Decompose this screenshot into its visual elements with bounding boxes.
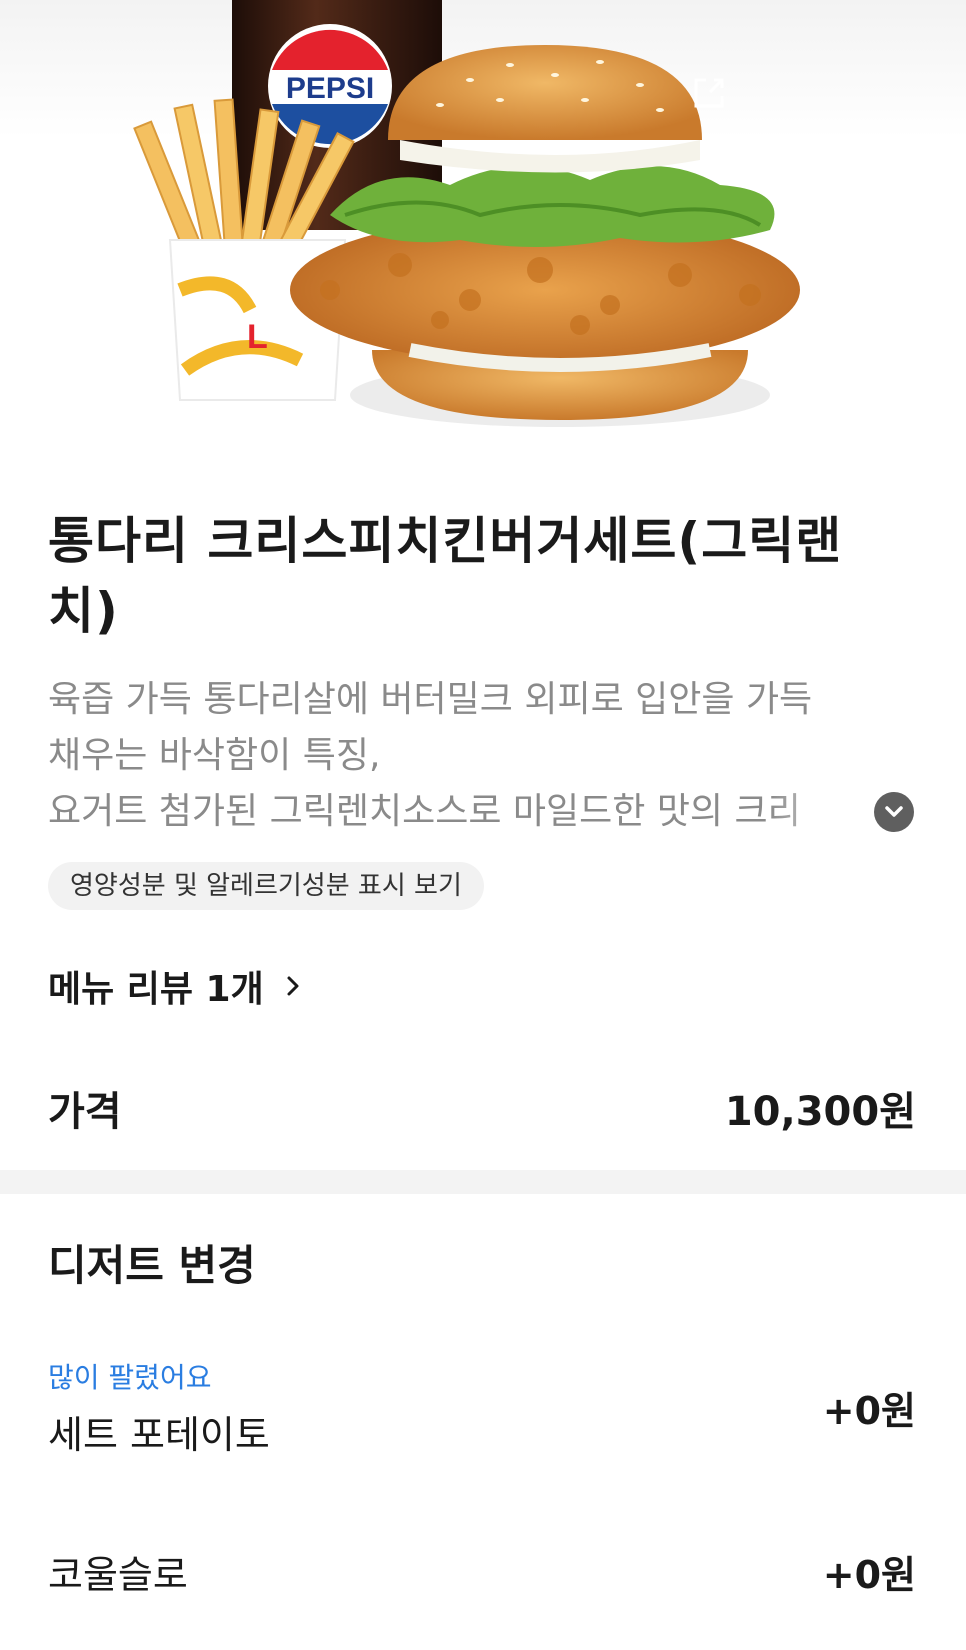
expand-description-button[interactable]: [874, 792, 914, 832]
description-line: 채우는 바삭함이 특징,: [48, 735, 381, 776]
popular-badge: 많이 팔렸어요: [48, 1360, 212, 1394]
option-info: 많이 팔렸어요 세트 포테이토: [48, 1356, 270, 1459]
option-price: +0원: [822, 1552, 916, 1597]
option-set-potato[interactable]: 많이 팔렸어요 세트 포테이토 +0원: [48, 1352, 916, 1462]
share-icon[interactable]: [690, 74, 728, 112]
review-label: 메뉴 리뷰 1개: [48, 969, 264, 1010]
chevron-down-icon: [885, 806, 903, 817]
product-description: 육즙 가득 통다리살에 버터밀크 외피로 입안을 가득 채우는 바삭함이 특징,…: [48, 672, 868, 840]
fries-logo-text: L: [247, 318, 268, 356]
section-title: 디저트 변경: [48, 1241, 256, 1290]
pepsi-logo-text: PEPSI: [286, 72, 374, 105]
menu-review-link[interactable]: 메뉴 리뷰 1개: [48, 958, 304, 1014]
chevron-right-icon: [287, 976, 299, 996]
option-name: 세트 포테이토: [48, 1412, 270, 1457]
nutrition-info-button[interactable]: 영양성분 및 알레르기성분 표시 보기: [48, 862, 484, 910]
option-name: 코울슬로: [48, 1552, 188, 1597]
burger-set-illustration: PEPSI L: [133, 0, 800, 427]
price-label: 가격: [48, 1089, 122, 1135]
description-line: 요거트 첨가된 그릭렌치소스로 마일드한 맛의 크리: [48, 791, 801, 832]
price-value: 10,300원: [724, 1089, 916, 1135]
price-row: 가격 10,300원: [48, 1078, 916, 1138]
option-info: 코울슬로: [48, 1544, 188, 1599]
description-line: 육즙 가득 통다리살에 버터밀크 외피로 입안을 가득: [48, 679, 813, 720]
option-coleslaw[interactable]: 코울슬로 +0원: [48, 1536, 916, 1606]
product-image: PEPSI L: [0, 0, 966, 460]
product-title: 통다리 크리스피치킨버거세트(그릭랜치): [48, 512, 843, 640]
option-price: +0원: [822, 1388, 916, 1433]
section-divider: [0, 1170, 966, 1194]
